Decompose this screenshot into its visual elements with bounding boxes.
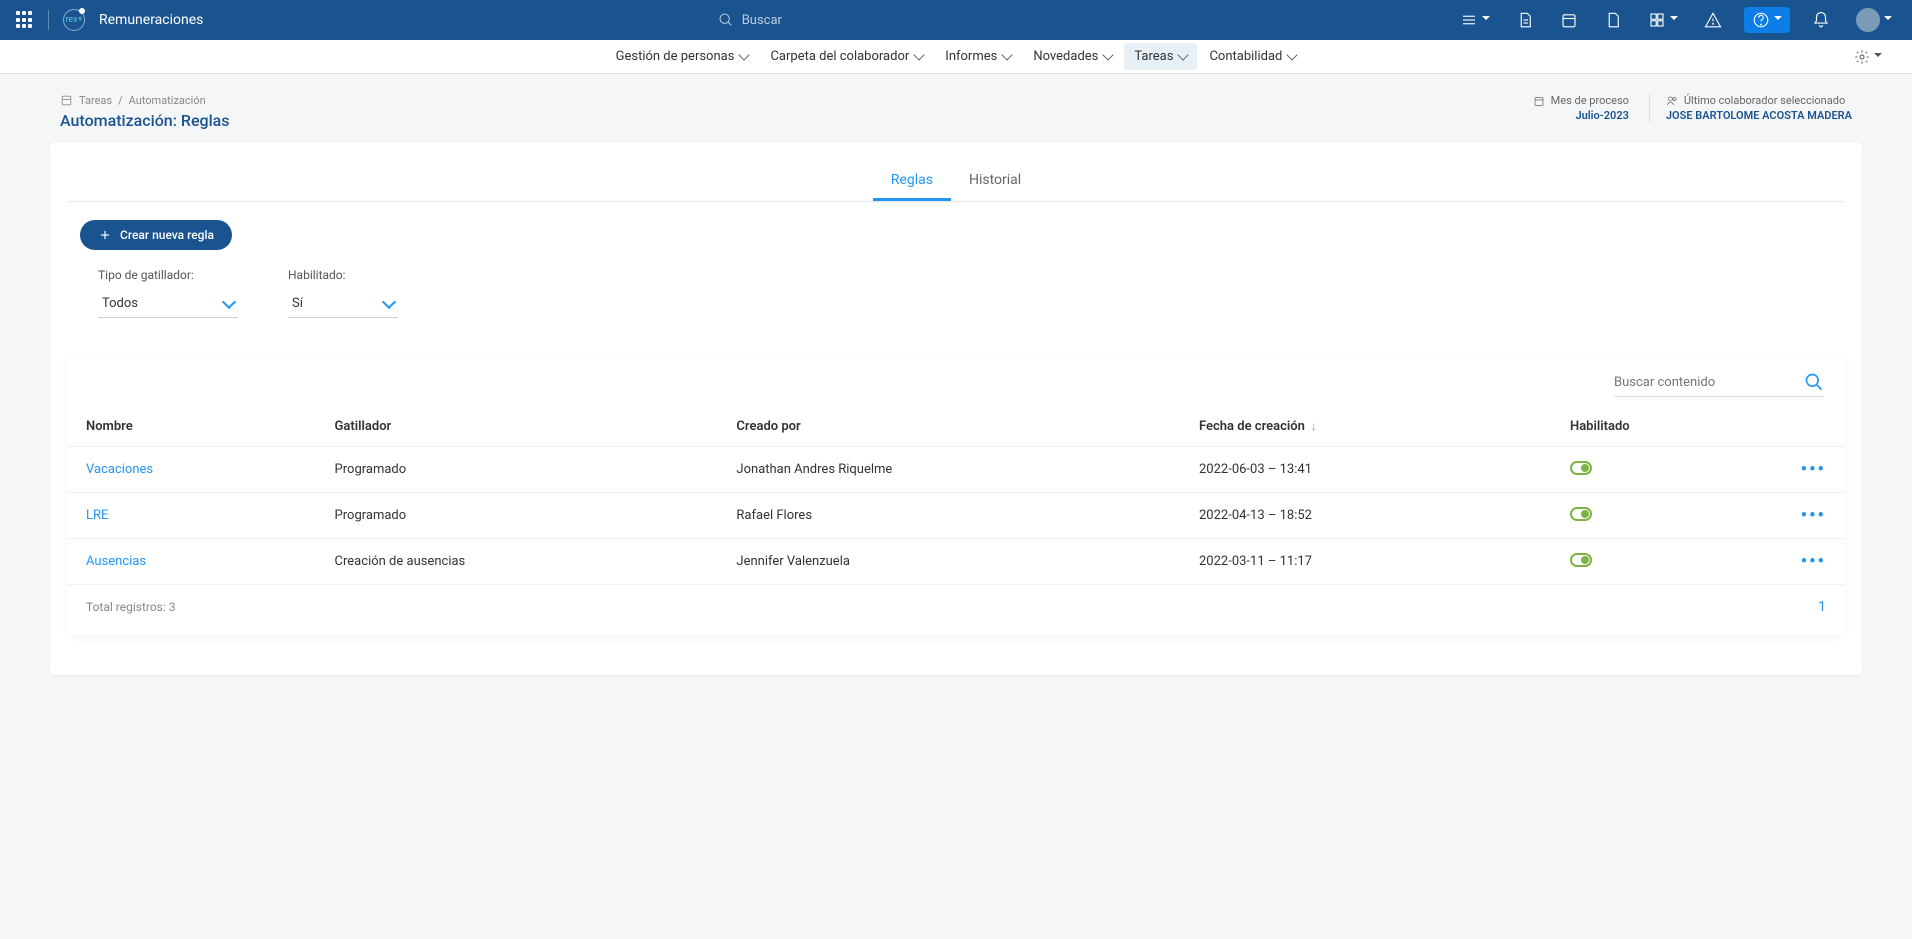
chevron-down-icon: [914, 49, 925, 60]
filters: Tipo de gatillador: Todos Habilitado: Sí: [98, 268, 1844, 318]
page-header: Tareas / Automatización Automatización: …: [0, 74, 1912, 142]
page-title: Automatización: Reglas: [60, 111, 230, 130]
tabs: ReglasHistorial: [68, 170, 1844, 202]
sub-nav: Gestión de personasCarpeta del colaborad…: [0, 40, 1912, 74]
process-month: Mes de proceso Julio-2023: [1517, 94, 1629, 122]
filter-enabled: Habilitado: Sí: [288, 268, 398, 318]
top-bar-right: [1456, 4, 1896, 36]
plus-icon: [98, 228, 112, 242]
total-records: Total registros: 3: [86, 600, 176, 614]
enabled-toggle[interactable]: [1570, 553, 1592, 567]
last-collaborator: Último colaborador seleccionado JOSE BAR…: [1649, 94, 1852, 122]
sort-arrow-icon: ↓: [1311, 419, 1317, 433]
breadcrumb: Tareas / Automatización: [60, 94, 230, 107]
avatar-icon: [1856, 8, 1880, 32]
breadcrumb-parent[interactable]: Tareas: [79, 94, 112, 107]
chevron-down-icon: [1002, 49, 1013, 60]
column-header[interactable]: Fecha de creación↓: [1181, 407, 1552, 447]
table-search-input[interactable]: [1614, 375, 1794, 390]
pagination-page[interactable]: 1: [1818, 599, 1826, 615]
chevron-down-icon: [739, 49, 750, 60]
rule-name-link[interactable]: Ausencias: [86, 554, 146, 569]
rule-creator: Jennifer Valenzuela: [718, 539, 1181, 585]
header-meta-group: Mes de proceso Julio-2023 Último colabor…: [1517, 94, 1852, 122]
sub-nav-item-3[interactable]: Novedades: [1023, 43, 1122, 70]
user-small-icon: [1666, 95, 1678, 107]
trigger-type-select[interactable]: Todos: [98, 290, 238, 318]
table-search: [68, 358, 1844, 407]
rule-creator: Rafael Flores: [718, 493, 1181, 539]
enabled-select[interactable]: Sí: [288, 290, 398, 318]
top-bar: rex+ Remuneraciones: [0, 0, 1912, 40]
rule-date: 2022-06-03 – 13:41: [1181, 447, 1552, 493]
breadcrumb-icon: [60, 94, 73, 107]
table-row: Ausencias Creación de ausenciasJennifer V…: [68, 539, 1844, 585]
help-button[interactable]: [1744, 7, 1790, 33]
enabled-toggle[interactable]: [1570, 507, 1592, 521]
rules-table: NombreGatilladorCreado porFecha de creac…: [68, 407, 1844, 585]
app-logo-icon[interactable]: rex+: [63, 9, 85, 31]
rule-trigger: Creación de ausencias: [317, 539, 719, 585]
document-icon[interactable]: [1512, 7, 1538, 33]
row-actions-button[interactable]: •••: [1801, 505, 1826, 526]
rule-date: 2022-04-13 – 18:52: [1181, 493, 1552, 539]
rule-date: 2022-03-11 – 11:17: [1181, 539, 1552, 585]
column-header[interactable]: Nombre: [68, 407, 317, 447]
search-input[interactable]: [742, 13, 942, 28]
chevron-down-icon: [382, 294, 396, 308]
grid-icon[interactable]: [1644, 7, 1682, 33]
global-search: [203, 12, 1456, 28]
enabled-toggle[interactable]: [1570, 461, 1592, 475]
settings-gear-icon[interactable]: [1854, 49, 1882, 65]
column-header[interactable]: [1783, 407, 1844, 447]
chevron-down-icon: [1178, 49, 1189, 60]
chevron-down-icon: [222, 294, 236, 308]
divider: [48, 10, 49, 30]
sub-nav-item-5[interactable]: Contabilidad: [1199, 43, 1306, 70]
rule-trigger: Programado: [317, 493, 719, 539]
chevron-down-icon: [1287, 49, 1298, 60]
main-card: ReglasHistorial Crear nueva regla Tipo d…: [50, 142, 1862, 675]
column-header[interactable]: Habilitado: [1552, 407, 1783, 447]
rule-creator: Jonathan Andres Riquelme: [718, 447, 1181, 493]
rule-trigger: Programado: [317, 447, 719, 493]
filter-trigger-type: Tipo de gatillador: Todos: [98, 268, 238, 318]
warning-icon[interactable]: [1700, 7, 1726, 33]
app-name: Remuneraciones: [99, 12, 203, 28]
sub-nav-item-4[interactable]: Tareas: [1124, 43, 1197, 70]
search-box[interactable]: [718, 12, 942, 28]
sub-nav-item-1[interactable]: Carpeta del colaborador: [760, 43, 933, 70]
search-icon: [1804, 372, 1824, 392]
top-bar-left: rex+ Remuneraciones: [16, 9, 203, 31]
tab-reglas[interactable]: Reglas: [873, 170, 951, 201]
table-footer: Total registros: 3 1: [68, 585, 1844, 615]
table-row: LRE ProgramadoRafael Flores2022-04-13 – 1…: [68, 493, 1844, 539]
bell-icon[interactable]: [1808, 7, 1834, 33]
row-actions-button[interactable]: •••: [1801, 459, 1826, 480]
chevron-down-icon: [1103, 49, 1114, 60]
table-search-box[interactable]: [1614, 372, 1824, 397]
user-menu[interactable]: [1852, 4, 1896, 36]
tab-historial[interactable]: Historial: [951, 170, 1039, 201]
apps-grid-icon[interactable]: [16, 11, 34, 29]
row-actions-button[interactable]: •••: [1801, 551, 1826, 572]
table-row: Vacaciones ProgramadoJonathan Andres Riqu…: [68, 447, 1844, 493]
breadcrumb-current: Automatización: [129, 94, 206, 107]
create-rule-button[interactable]: Crear nueva regla: [80, 220, 232, 250]
rule-name-link[interactable]: LRE: [86, 508, 108, 523]
rules-table-container: NombreGatilladorCreado porFecha de creac…: [68, 358, 1844, 635]
menu-list-icon[interactable]: [1456, 7, 1494, 33]
calendar-small-icon: [1533, 95, 1545, 107]
column-header[interactable]: Creado por: [718, 407, 1181, 447]
search-icon: [718, 12, 734, 28]
calendar-icon[interactable]: [1556, 7, 1582, 33]
sub-nav-item-0[interactable]: Gestión de personas: [606, 43, 759, 70]
column-header[interactable]: Gatillador: [317, 407, 719, 447]
sub-nav-item-2[interactable]: Informes: [935, 43, 1021, 70]
page-icon[interactable]: [1600, 7, 1626, 33]
rule-name-link[interactable]: Vacaciones: [86, 462, 153, 477]
